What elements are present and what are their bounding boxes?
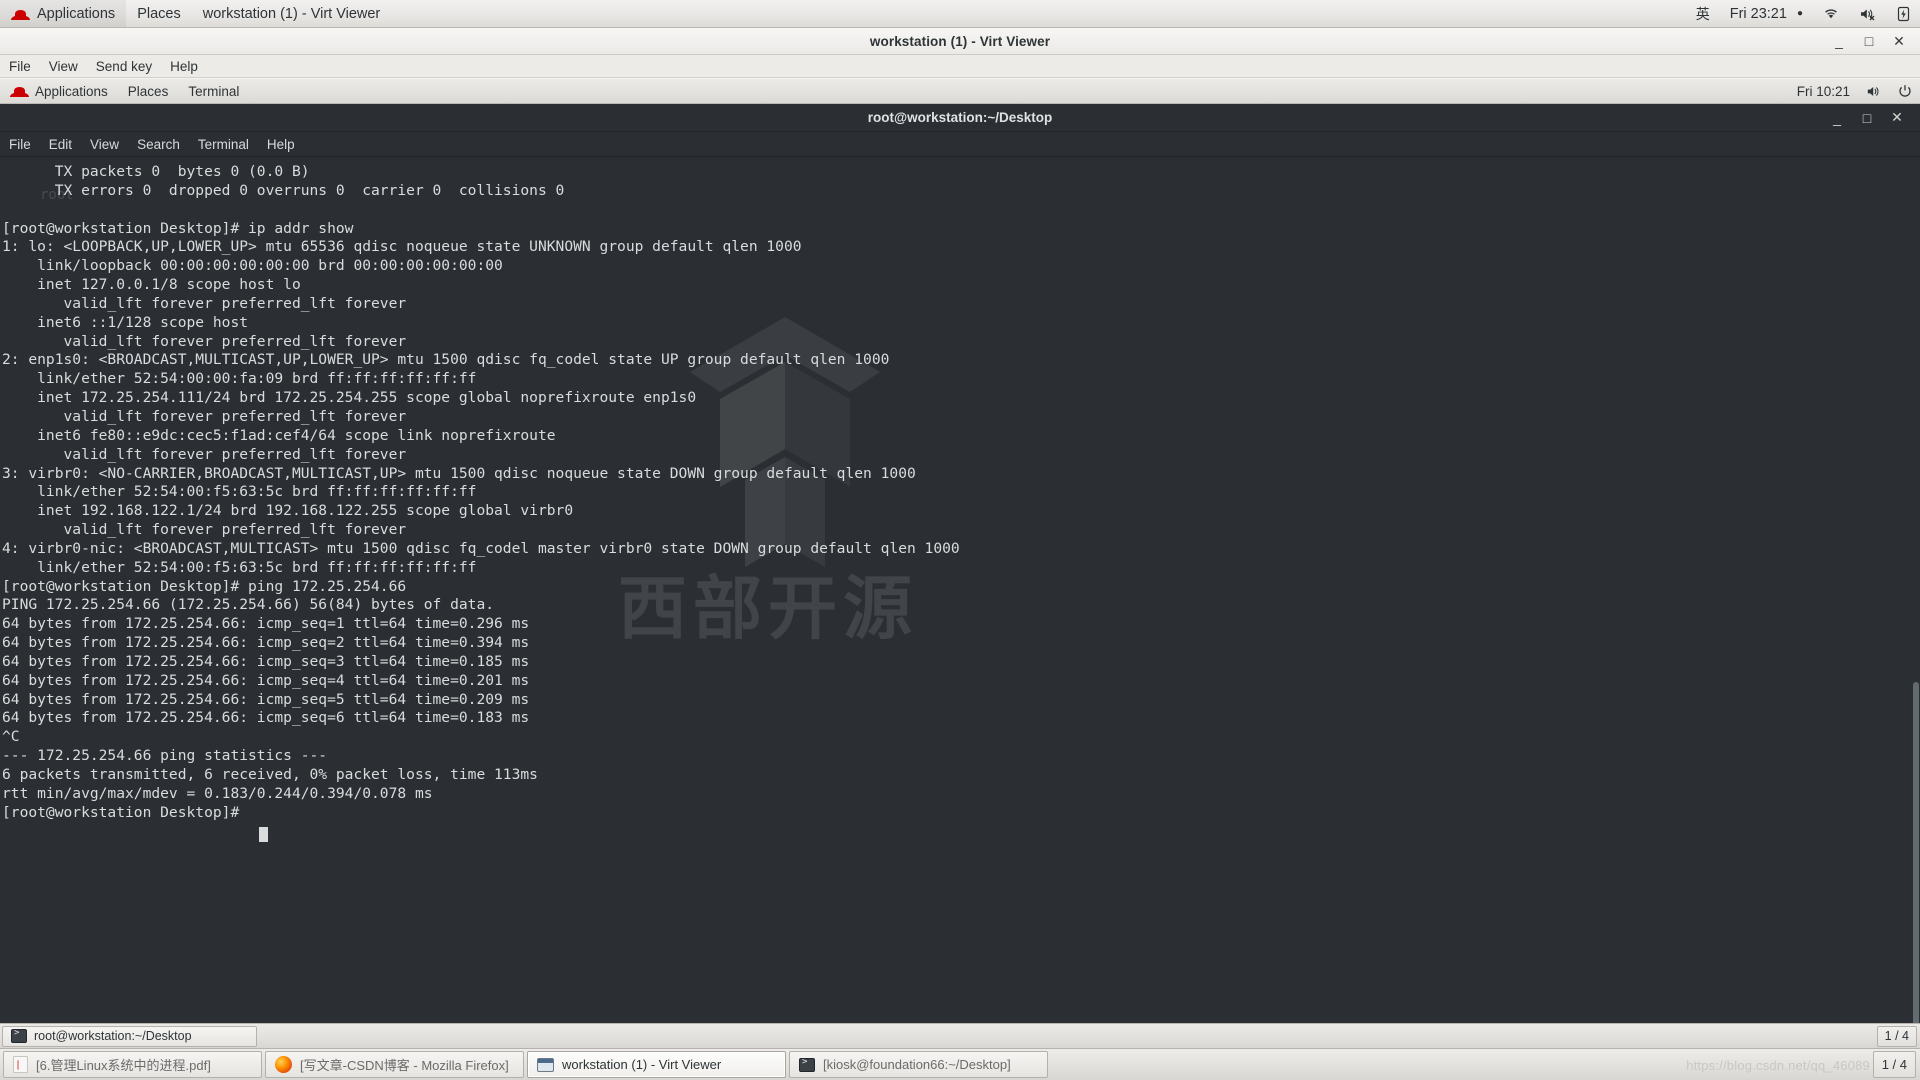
- notification-dot-icon: ●: [1797, 8, 1803, 19]
- menu-file[interactable]: File: [0, 55, 40, 77]
- host-task-virt-viewer-label: workstation (1) - Virt Viewer: [562, 1057, 721, 1072]
- guest-places-menu[interactable]: Places: [118, 79, 179, 103]
- host-task-pdf[interactable]: [6.管理Linux系统中的进程.pdf]: [3, 1051, 262, 1078]
- host-panel-status-area: 英 Fri 23:21 ●: [1686, 0, 1920, 27]
- guest-task-terminal[interactable]: root@workstation:~/Desktop: [2, 1026, 257, 1047]
- volume-icon: [1866, 85, 1882, 98]
- terminal-window-controls: _ □ ✕: [1822, 105, 1920, 131]
- virt-viewer-window: workstation (1) - Virt Viewer _ □ ✕ File…: [0, 28, 1920, 1048]
- terminal-close-button[interactable]: ✕: [1882, 105, 1912, 131]
- terminal-window: root@workstation:~/Desktop _ □ ✕ File Ed…: [0, 104, 1920, 1048]
- power-icon: [1898, 84, 1912, 98]
- menu-help[interactable]: Help: [161, 55, 207, 77]
- wifi-icon: [1823, 7, 1839, 21]
- host-clock[interactable]: Fri 23:21 ●: [1720, 0, 1813, 27]
- terminal-menu-terminal[interactable]: Terminal: [189, 132, 258, 156]
- terminal-minimize-button[interactable]: _: [1822, 105, 1852, 131]
- terminal-menu-search[interactable]: Search: [128, 132, 189, 156]
- virt-viewer-close-button[interactable]: ✕: [1884, 29, 1914, 54]
- guest-volume-status[interactable]: [1858, 79, 1890, 103]
- guest-workspace-indicator[interactable]: 1 / 4: [1877, 1026, 1917, 1047]
- host-places-menu[interactable]: Places: [126, 0, 192, 27]
- guest-taskbar: root@workstation:~/Desktop 1 / 4: [0, 1023, 1920, 1048]
- guest-terminal-label: Terminal: [188, 84, 239, 99]
- guest-desktop: Applications Places Terminal Fri 10:21: [0, 79, 1920, 1048]
- virt-viewer-menubar: File View Send key Help: [0, 55, 1920, 78]
- host-window-title-label: workstation (1) - Virt Viewer: [203, 6, 381, 22]
- host-task-firefox-label: [写文章-CSDN博客 - Mozilla Firefox]: [300, 1055, 509, 1074]
- host-taskbar: [6.管理Linux系统中的进程.pdf] [写文章-CSDN博客 - Mozi…: [0, 1048, 1920, 1080]
- host-clock-label: Fri 23:21: [1730, 6, 1787, 22]
- battery-icon: [1897, 6, 1910, 22]
- ime-label: 英: [1696, 4, 1710, 24]
- virt-viewer-titlebar[interactable]: workstation (1) - Virt Viewer _ □ ✕: [0, 28, 1920, 55]
- guest-clock[interactable]: Fri 10:21: [1789, 79, 1858, 103]
- terminal-maximize-button[interactable]: □: [1852, 105, 1882, 131]
- terminal-title: root@workstation:~/Desktop: [0, 110, 1920, 125]
- terminal-icon: [11, 1029, 27, 1043]
- terminal-output: TX packets 0 bytes 0 (0.0 B) TX errors 0…: [0, 163, 1920, 823]
- host-task-kiosk-terminal-label: [kiosk@foundation66:~/Desktop]: [823, 1057, 1011, 1072]
- guest-applications-label: Applications: [35, 84, 108, 99]
- terminal-cursor: [259, 827, 268, 842]
- terminal-titlebar[interactable]: root@workstation:~/Desktop _ □ ✕: [0, 104, 1920, 132]
- menu-view[interactable]: View: [40, 55, 87, 77]
- virt-viewer-maximize-button[interactable]: □: [1854, 29, 1884, 54]
- virt-viewer-window-controls: _ □ ✕: [1824, 29, 1920, 54]
- menu-send-key[interactable]: Send key: [87, 55, 161, 77]
- host-task-firefox[interactable]: [写文章-CSDN博客 - Mozilla Firefox]: [265, 1051, 524, 1078]
- host-applications-label: Applications: [37, 6, 115, 22]
- guest-panel-status-area: Fri 10:21: [1789, 79, 1920, 103]
- host-task-pdf-label: [6.管理Linux系统中的进程.pdf]: [36, 1055, 211, 1074]
- host-places-label: Places: [137, 6, 181, 22]
- host-task-kiosk-terminal[interactable]: [kiosk@foundation66:~/Desktop]: [789, 1051, 1048, 1078]
- terminal-menu-view[interactable]: View: [81, 132, 128, 156]
- red-hat-icon: [10, 84, 29, 98]
- wifi-status[interactable]: [1813, 0, 1849, 27]
- battery-status[interactable]: [1887, 0, 1920, 27]
- guest-top-panel: Applications Places Terminal Fri 10:21: [0, 79, 1920, 104]
- guest-clock-label: Fri 10:21: [1797, 84, 1850, 99]
- host-top-panel: Applications Places workstation (1) - Vi…: [0, 0, 1920, 28]
- host-task-virt-viewer[interactable]: workstation (1) - Virt Viewer: [527, 1051, 786, 1078]
- host-window-title-button[interactable]: workstation (1) - Virt Viewer: [192, 0, 392, 27]
- volume-muted-icon: [1859, 7, 1877, 21]
- guest-applications-menu[interactable]: Applications: [0, 79, 118, 103]
- guest-terminal-menu[interactable]: Terminal: [178, 79, 249, 103]
- terminal-body[interactable]: root 西部开源 TX packets 0 bytes 0 (0.0 B) T…: [0, 157, 1920, 1048]
- terminal-menu-edit[interactable]: Edit: [40, 132, 81, 156]
- guest-power-status[interactable]: [1890, 79, 1920, 103]
- firefox-icon: [275, 1056, 292, 1073]
- virt-viewer-title: workstation (1) - Virt Viewer: [0, 34, 1920, 49]
- virt-viewer-minimize-button[interactable]: _: [1824, 29, 1854, 54]
- host-workspace-indicator[interactable]: 1 / 4: [1873, 1051, 1916, 1078]
- pdf-icon: [13, 1056, 28, 1073]
- terminal-menu-help[interactable]: Help: [258, 132, 304, 156]
- virt-viewer-icon: [537, 1058, 554, 1072]
- red-hat-icon: [11, 7, 30, 21]
- terminal-icon: [799, 1058, 815, 1072]
- guest-task-label: root@workstation:~/Desktop: [34, 1029, 192, 1043]
- guest-places-label: Places: [128, 84, 169, 99]
- terminal-menu-file[interactable]: File: [0, 132, 40, 156]
- host-applications-menu[interactable]: Applications: [0, 0, 126, 27]
- terminal-menubar: File Edit View Search Terminal Help: [0, 132, 1920, 157]
- ime-indicator[interactable]: 英: [1686, 0, 1720, 27]
- volume-status[interactable]: [1849, 0, 1887, 27]
